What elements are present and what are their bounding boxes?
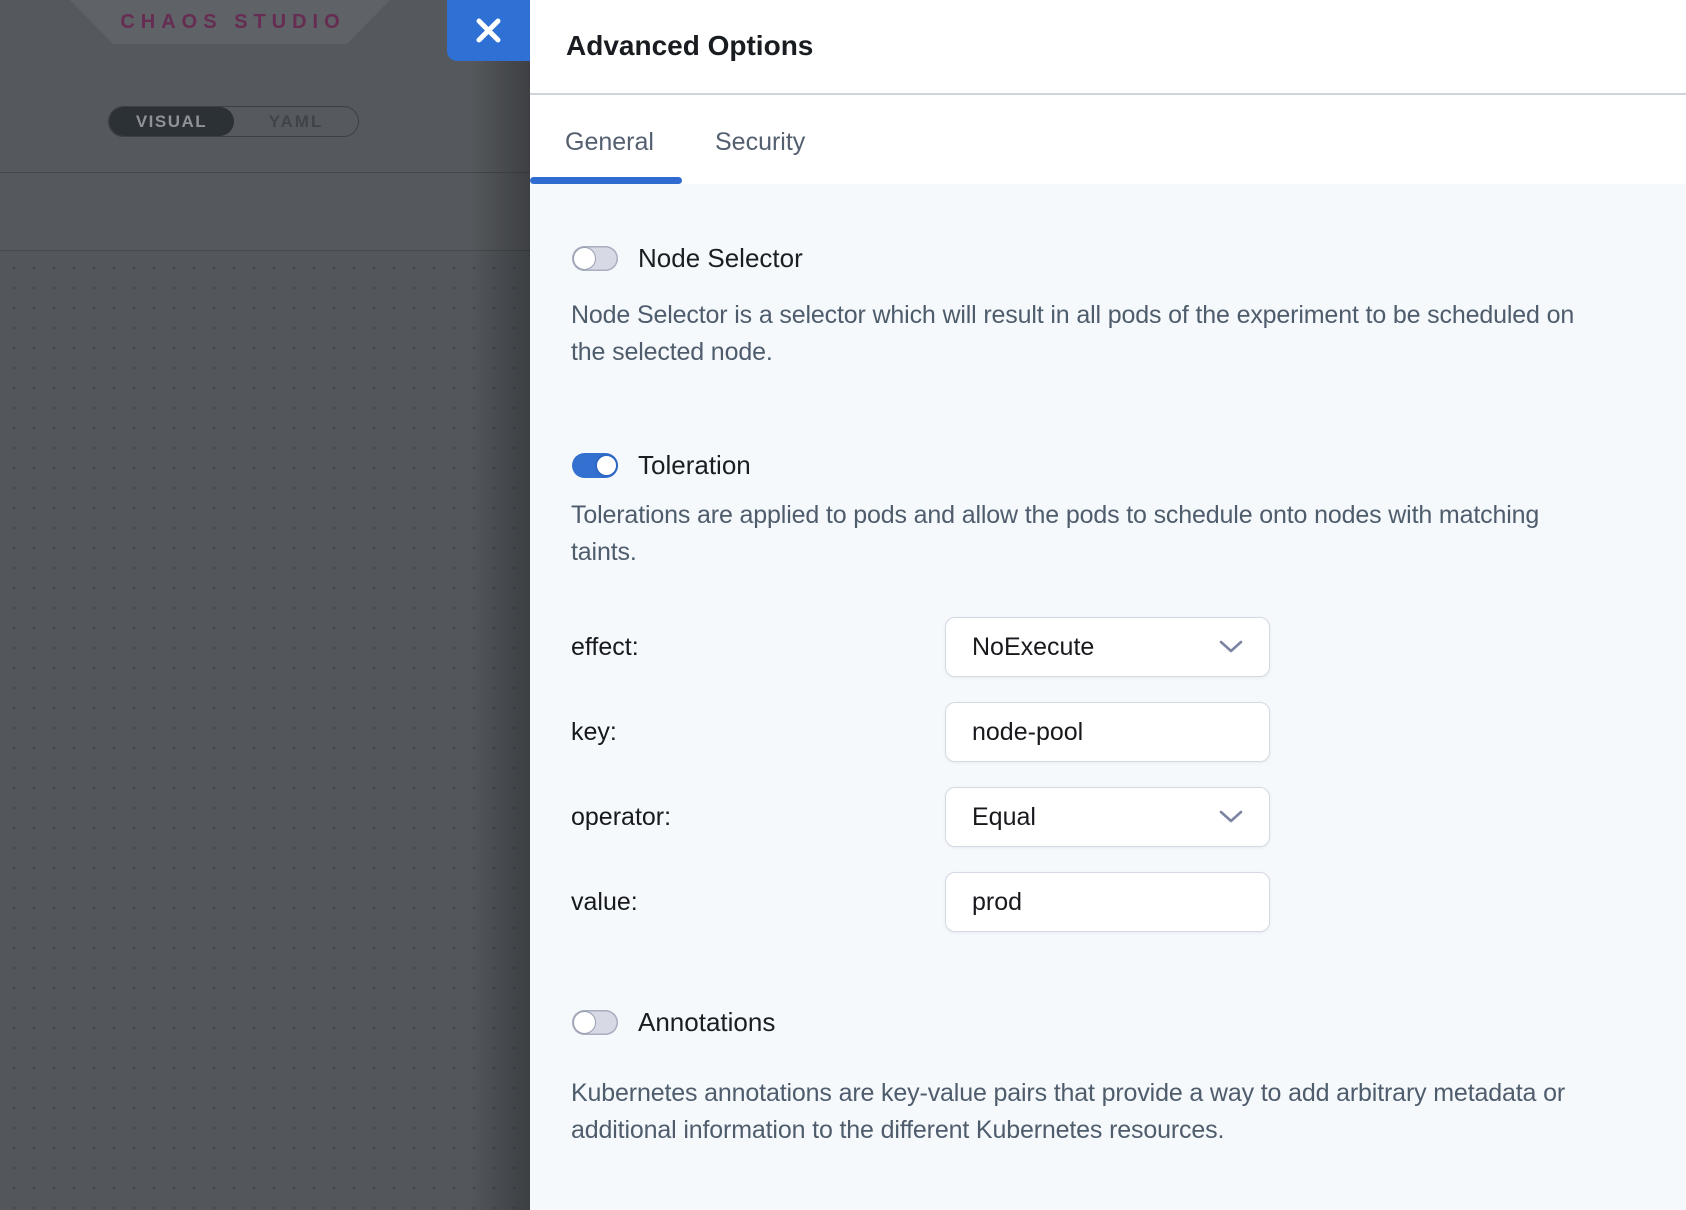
chevron-down-icon	[1219, 810, 1243, 824]
value-input[interactable]	[945, 872, 1270, 932]
annotations-label: Annotations	[638, 1007, 775, 1038]
experiment-canvas	[0, 250, 530, 1210]
active-tab-indicator	[530, 177, 682, 184]
tab-general-label: General	[565, 128, 654, 157]
chaos-studio-stage: CHAOS STUDIO VISUAL YAML	[0, 0, 530, 1210]
node-selector-description: Node Selector is a selector which will r…	[571, 297, 1576, 371]
operator-select[interactable]: Equal	[945, 787, 1270, 847]
drawer-shadow	[470, 0, 530, 1210]
tab-security[interactable]: Security	[715, 108, 805, 176]
tab-security-label: Security	[715, 128, 805, 157]
screen: CHAOS STUDIO VISUAL YAML Advanced Option…	[0, 0, 1686, 1210]
visual-yaml-toggle: VISUAL YAML	[108, 106, 359, 137]
visual-tab-label: VISUAL	[136, 112, 207, 132]
toggle-knob	[573, 1011, 596, 1034]
toleration-description: Tolerations are applied to pods and allo…	[571, 497, 1576, 571]
toleration-label: Toleration	[638, 450, 751, 481]
drawer-title: Advanced Options	[566, 30, 813, 62]
annotations-description: Kubernetes annotations are key-value pai…	[571, 1075, 1576, 1149]
annotations-toggle[interactable]	[572, 1010, 618, 1035]
node-selector-label: Node Selector	[638, 243, 803, 274]
key-input[interactable]	[945, 702, 1270, 762]
title-divider	[530, 93, 1686, 95]
close-drawer-button[interactable]	[447, 0, 530, 61]
toggle-knob	[573, 247, 596, 270]
node-selector-toggle[interactable]	[572, 246, 618, 271]
effect-field-label: effect:	[571, 632, 639, 662]
yaml-tab-label: YAML	[269, 112, 324, 132]
visual-tab[interactable]: VISUAL	[109, 107, 234, 136]
chevron-down-icon	[1219, 640, 1243, 654]
effect-select[interactable]: NoExecute	[945, 617, 1270, 677]
tab-general[interactable]: General	[565, 108, 654, 176]
yaml-tab[interactable]: YAML	[234, 107, 358, 136]
operator-select-value: Equal	[946, 803, 1219, 832]
close-icon	[475, 17, 502, 44]
advanced-options-drawer: Advanced Options General Security Node S…	[530, 0, 1686, 1210]
operator-field-label: operator:	[571, 802, 671, 832]
key-field-label: key:	[571, 717, 617, 747]
effect-select-value: NoExecute	[946, 633, 1219, 662]
chaos-studio-banner: CHAOS STUDIO	[70, 0, 390, 44]
toggle-knob	[595, 454, 618, 477]
toolbar-divider	[0, 172, 530, 173]
value-field-label: value:	[571, 887, 638, 917]
toleration-toggle[interactable]	[572, 453, 618, 478]
chaos-studio-title: CHAOS STUDIO	[114, 11, 345, 34]
